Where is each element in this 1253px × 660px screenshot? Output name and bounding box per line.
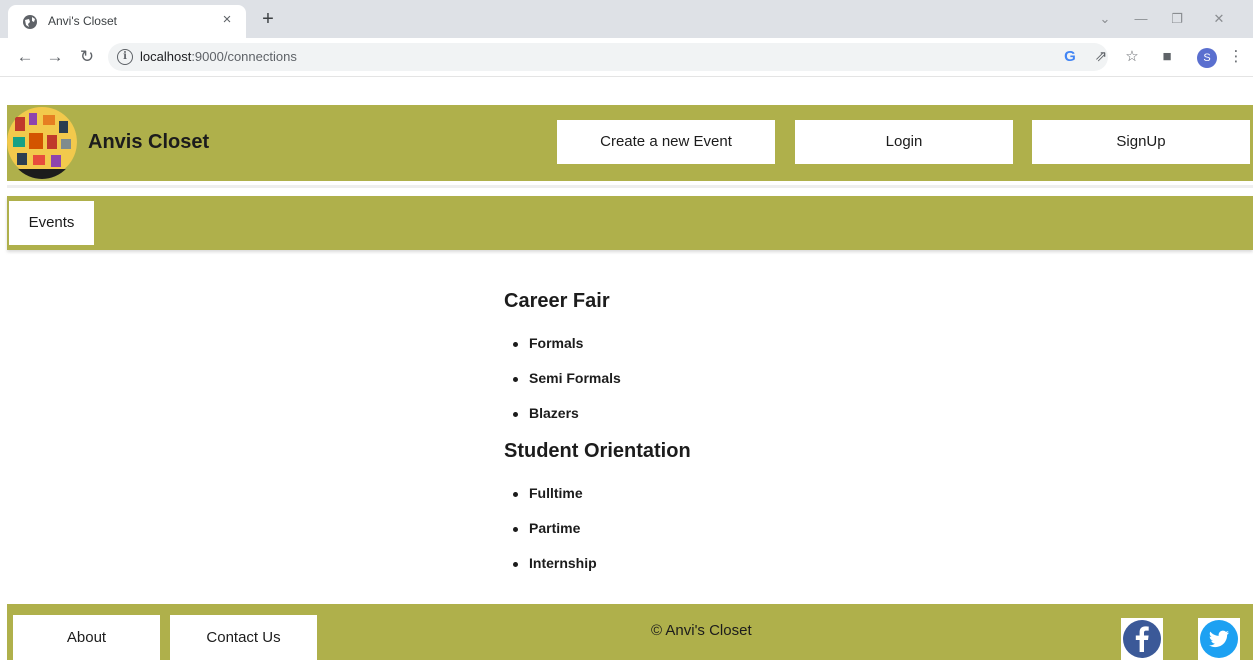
- events-content: Career Fair Formals Semi Formals Blazers…: [504, 290, 1104, 581]
- tab-title: Anvi's Closet: [48, 14, 117, 28]
- signup-button[interactable]: SignUp: [1032, 120, 1250, 164]
- restore-icon[interactable]: ❐: [1164, 8, 1190, 30]
- login-button[interactable]: Login: [795, 120, 1013, 164]
- profile-avatar[interactable]: S: [1197, 48, 1217, 68]
- forward-icon[interactable]: →: [44, 47, 66, 69]
- logo-icon[interactable]: [7, 105, 77, 179]
- back-icon[interactable]: ←: [14, 47, 36, 69]
- about-button[interactable]: About: [13, 615, 160, 660]
- list-item[interactable]: Partime: [504, 511, 1104, 546]
- facebook-icon[interactable]: [1121, 618, 1163, 660]
- share-icon[interactable]: ⇗: [1091, 47, 1111, 67]
- bookmark-star-icon[interactable]: ☆: [1122, 47, 1142, 67]
- list-item[interactable]: Formals: [504, 326, 1104, 361]
- close-window-icon[interactable]: ✕: [1206, 8, 1232, 30]
- list-item[interactable]: Fulltime: [504, 476, 1104, 511]
- category-list: Fulltime Partime Internship: [504, 476, 1104, 581]
- twitter-icon[interactable]: [1198, 618, 1240, 660]
- browser-tab[interactable]: Anvi's Closet ×: [8, 5, 246, 38]
- url-input[interactable]: i localhost:9000/connections: [108, 43, 1108, 71]
- create-event-button[interactable]: Create a new Event: [557, 120, 775, 164]
- list-item[interactable]: Blazers: [504, 396, 1104, 431]
- globe-icon: [23, 15, 37, 29]
- url-text: localhost:9000/connections: [140, 49, 297, 64]
- info-icon[interactable]: i: [117, 49, 133, 65]
- side-panel-icon[interactable]: ■: [1157, 47, 1177, 67]
- list-item[interactable]: Internship: [504, 546, 1104, 581]
- google-icon[interactable]: G: [1060, 47, 1080, 67]
- divider: [7, 185, 1253, 188]
- close-tab-icon[interactable]: ×: [218, 11, 236, 29]
- category-list: Formals Semi Formals Blazers: [504, 326, 1104, 431]
- menu-dots-icon[interactable]: ⋮: [1226, 47, 1246, 67]
- copyright-text: © Anvi's Closet: [651, 622, 752, 639]
- site-title[interactable]: Anvis Closet: [88, 131, 209, 154]
- new-tab-button[interactable]: +: [256, 8, 280, 32]
- site-header: Anvis Closet Create a new Event Login Si…: [7, 105, 1253, 181]
- contact-button[interactable]: Contact Us: [170, 615, 317, 660]
- address-bar: ← → ↻ i localhost:9000/connections G ⇗ ☆…: [0, 38, 1253, 77]
- site-footer: About Contact Us © Anvi's Closet: [7, 604, 1253, 660]
- chevron-down-icon[interactable]: ⌄: [1092, 8, 1118, 30]
- reload-icon[interactable]: ↻: [76, 47, 98, 69]
- list-item[interactable]: Semi Formals: [504, 361, 1104, 396]
- events-tab[interactable]: Events: [9, 201, 94, 245]
- category-title: Student Orientation: [504, 440, 691, 462]
- browser-tab-bar: Anvi's Closet × + ⌄ — ❐ ✕: [0, 0, 1253, 38]
- category-title: Career Fair: [504, 290, 610, 312]
- sub-navigation: Events: [7, 196, 1253, 250]
- minimize-icon[interactable]: —: [1128, 8, 1154, 30]
